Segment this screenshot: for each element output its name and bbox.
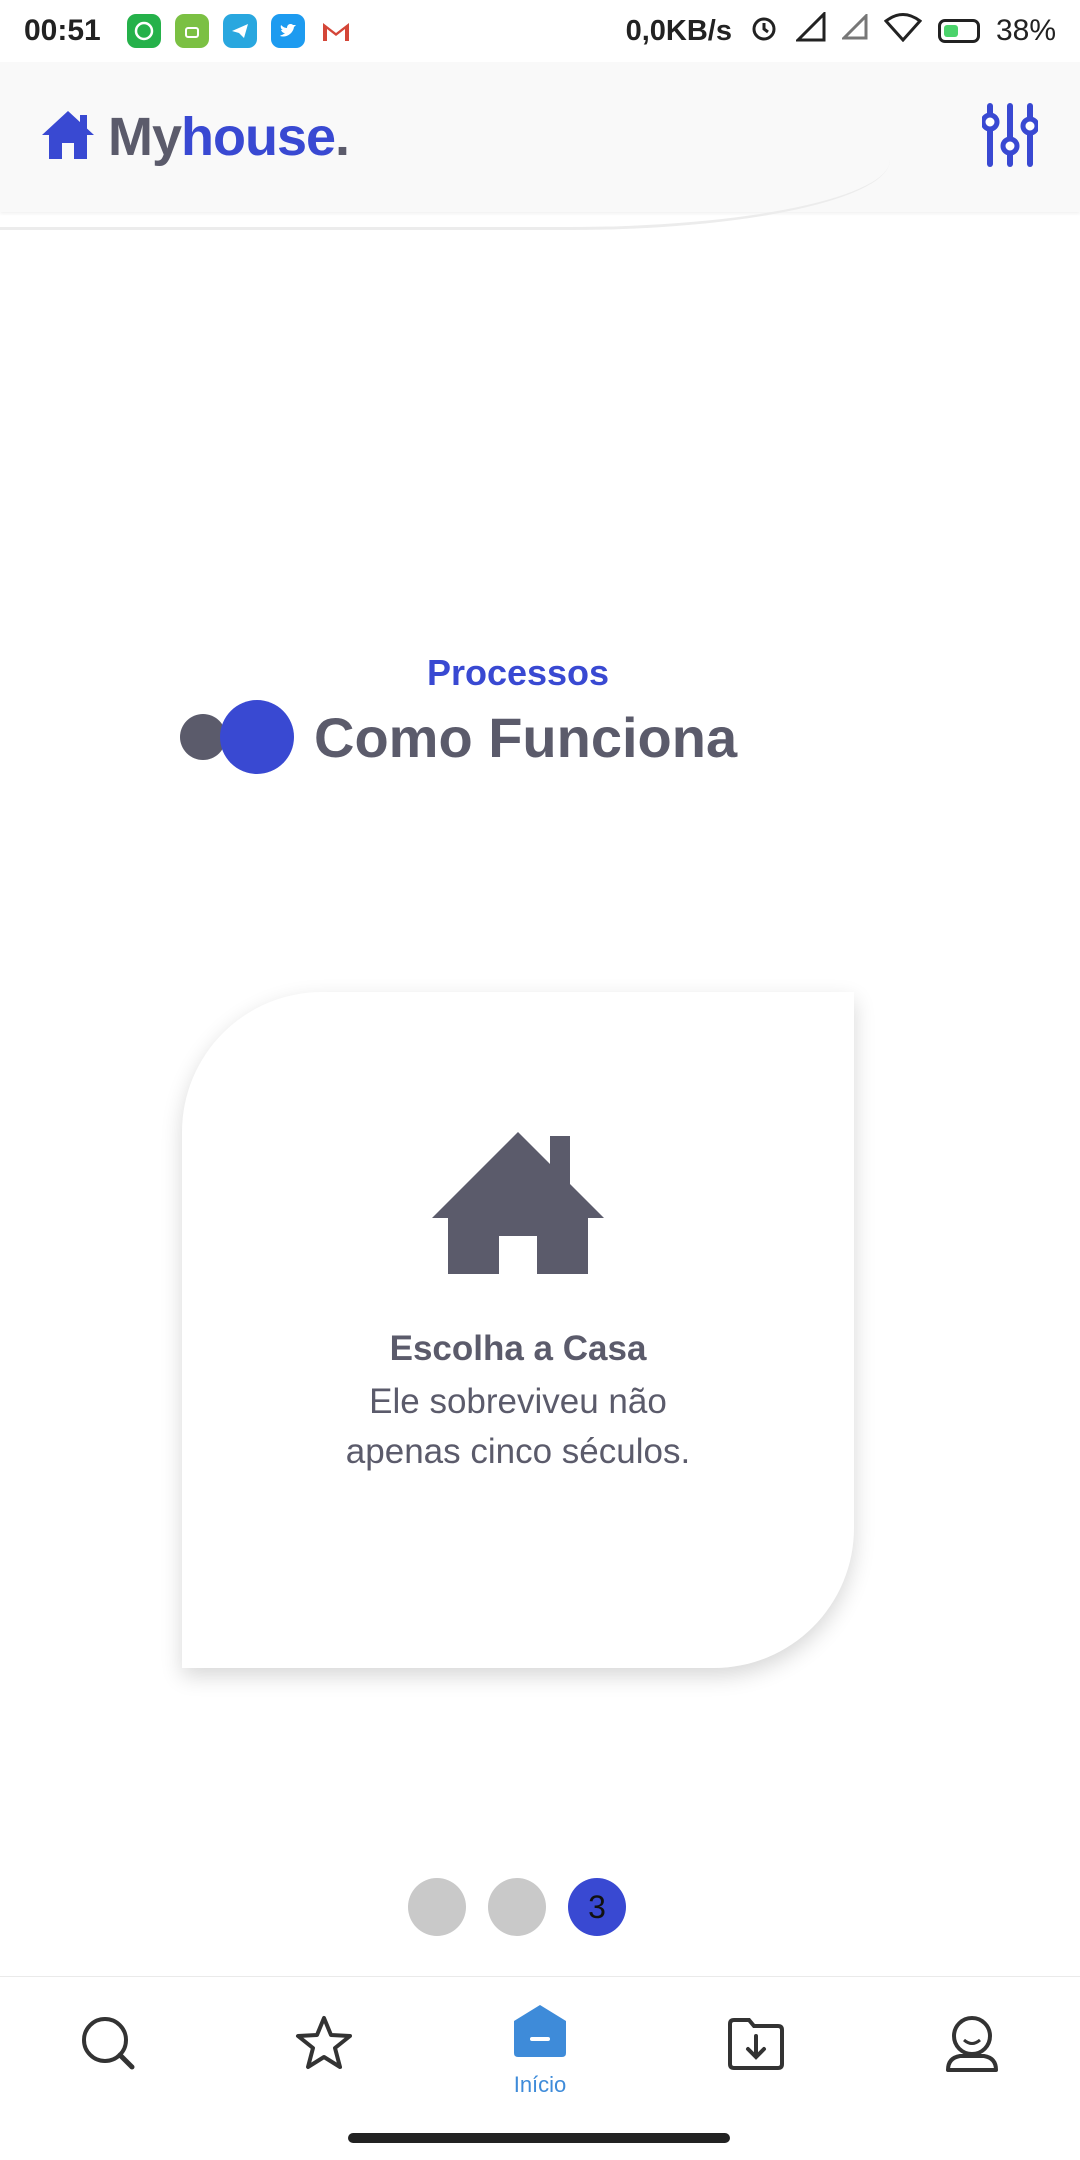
- battery-icon: [937, 19, 980, 43]
- twitter-icon: [270, 14, 305, 48]
- profile-icon: [944, 2014, 1000, 2077]
- alarm-icon: [748, 11, 780, 51]
- decor-dot-big: [220, 700, 294, 774]
- battery-percent: 38%: [995, 14, 1056, 47]
- sliders-icon: [980, 102, 1040, 173]
- card-title: Escolha a Casa: [389, 1329, 647, 1368]
- nav-home-button[interactable]: Início: [500, 2003, 580, 2098]
- house-icon: [432, 1132, 604, 1279]
- pager-dot-1[interactable]: [408, 1878, 466, 1936]
- section-title-row: Como Funciona: [180, 700, 737, 774]
- carousel-pager: 3: [408, 1878, 626, 1936]
- nav-profile-button[interactable]: [932, 2005, 1012, 2085]
- card-description: Ele sobreviveu não apenas cinco séculos.: [345, 1382, 691, 1471]
- nav-home-label: Início: [513, 2072, 567, 2097]
- app-screen: 00:51 0,0KB/s 38% Myhouse. Processos Com…: [0, 0, 1080, 2160]
- pager-dot-3[interactable]: 3: [568, 1878, 626, 1936]
- home-icon: [512, 2003, 568, 2064]
- download-folder-icon: [727, 2016, 785, 2075]
- star-icon: [295, 2015, 353, 2076]
- gmail-icon: [318, 14, 353, 48]
- android-icon: [174, 14, 209, 48]
- section-kicker: Processos: [426, 652, 610, 693]
- pager-dot-2[interactable]: [488, 1878, 546, 1936]
- signal-icon-2: [840, 12, 868, 48]
- telegram-icon: [222, 14, 257, 48]
- search-icon: [80, 2015, 136, 2076]
- system-home-indicator[interactable]: [348, 2133, 730, 2143]
- status-bar: 00:51 0,0KB/s 38%: [0, 0, 1080, 62]
- network-speed: 0,0KB/s: [625, 14, 732, 47]
- section-title: Como Funciona: [314, 705, 738, 769]
- nav-favorites-button[interactable]: [284, 2005, 364, 2085]
- wifi-icon: [883, 12, 923, 50]
- whatsapp-icon: [126, 14, 161, 48]
- nav-search-button[interactable]: [68, 2005, 148, 2085]
- signal-icon: [794, 10, 826, 50]
- header-curve-divider: [0, 150, 890, 230]
- process-step-card[interactable]: Escolha a Casa Ele sobreviveu não apenas…: [182, 992, 854, 1668]
- status-time: 00:51: [24, 14, 101, 47]
- filter-settings-button[interactable]: [980, 102, 1040, 172]
- nav-downloads-button[interactable]: [716, 2005, 796, 2085]
